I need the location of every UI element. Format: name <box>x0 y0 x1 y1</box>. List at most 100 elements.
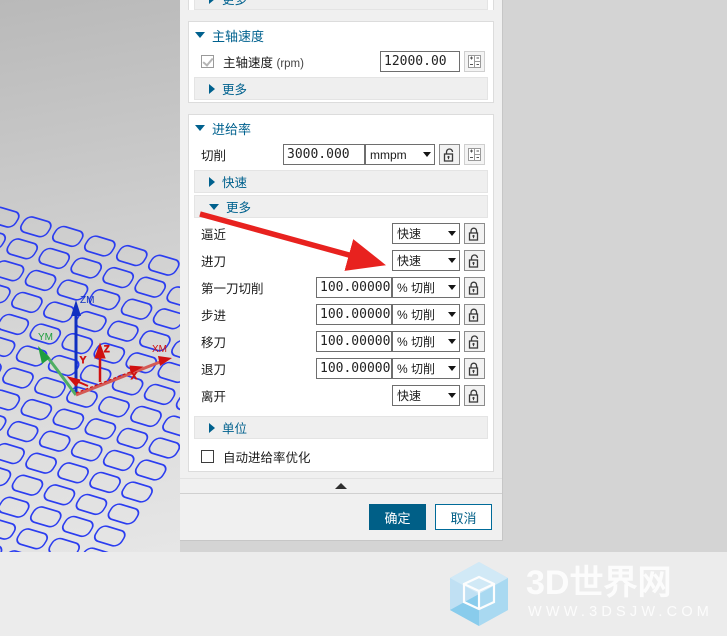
cut-feed-unit-select[interactable]: mmpm <box>365 144 435 165</box>
cut-feed-label: 切削 <box>201 149 227 163</box>
chevron-down-icon <box>448 366 456 371</box>
chevron-down-icon <box>423 152 431 157</box>
feed-row-lock-button[interactable] <box>464 277 485 298</box>
feed-row-mode-select[interactable]: % 切削 <box>392 358 460 379</box>
feed-row-lock-button[interactable] <box>464 250 485 271</box>
cut-feed-calculator-button[interactable] <box>464 144 485 165</box>
feed-row-value-input[interactable]: 100.00000 <box>316 304 392 325</box>
dialog-collapse-bar[interactable] <box>180 478 502 494</box>
cancel-button[interactable]: 取消 <box>435 504 492 530</box>
group-title-feed-rate: 进给率 <box>212 121 252 137</box>
feed-rate-rows: 逼近 快速 进刀 快速 第一刀切削 100.00000% 切削 步进 100.00000% 切… <box>189 220 493 409</box>
spindle-rpm-label: 主轴速度 (rpm) <box>223 56 304 70</box>
spindle-rpm-input[interactable]: 12000.00 <box>380 51 460 72</box>
feed-row-mode-value: % 切削 <box>397 362 436 376</box>
calculator-icon <box>468 55 481 68</box>
svg-text:YM: YM <box>38 332 53 343</box>
group-top-partial: 更多 <box>188 0 494 10</box>
subbar-feed-rapid[interactable]: 快速 <box>194 170 488 193</box>
subbar-feed-more-label: 更多 <box>226 201 252 215</box>
feed-row-lock-button[interactable] <box>464 223 485 244</box>
cut-feed-input[interactable]: 3000.000 <box>283 144 365 165</box>
dialog-scroll-area[interactable]: 更多 主轴速度 主轴速度 (rpm) 12000.00 更多 进给率 切削 30… <box>180 0 502 478</box>
subbar-feed-more[interactable]: 更多 <box>194 195 488 218</box>
feed-row-mode-select[interactable]: % 切削 <box>392 304 460 325</box>
feed-row-mode-select[interactable]: % 切削 <box>392 331 460 352</box>
lock-closed-icon <box>468 308 479 322</box>
subbar-top-more[interactable]: 更多 <box>194 0 488 10</box>
subbar-top-more-label: 更多 <box>222 0 248 7</box>
row-auto-feed-optimization: 自动进给率优化 <box>189 441 493 471</box>
feed-row: 进刀 快速 <box>189 247 493 274</box>
feed-row-mode-select[interactable]: 快速 <box>392 385 460 406</box>
chevron-down-icon <box>209 203 219 210</box>
subbar-feed-rapid-label: 快速 <box>222 176 248 190</box>
feed-row-mode-select[interactable]: 快速 <box>392 250 460 271</box>
feed-row-mode-select[interactable]: % 切削 <box>392 277 460 298</box>
subbar-feed-unit-label: 单位 <box>222 422 248 436</box>
feed-row-lock-button[interactable] <box>464 331 485 352</box>
feed-row-label: 进刀 <box>201 255 227 269</box>
svg-text:ZM: ZM <box>80 295 94 306</box>
subbar-spindle-more[interactable]: 更多 <box>194 77 488 100</box>
lock-open-icon <box>468 253 479 268</box>
watermark-graphic: 3D世界网 WWW.3DSJW.COM <box>450 562 713 626</box>
subbar-spindle-more-label: 更多 <box>222 83 248 97</box>
feed-row: 移刀 100.00000 % 切削 <box>189 328 493 355</box>
feed-row-label: 退刀 <box>201 363 227 377</box>
lock-closed-icon <box>468 389 479 403</box>
chevron-right-icon <box>209 176 215 187</box>
chevron-down-icon <box>448 312 456 317</box>
watermark-logo-icon <box>450 562 508 626</box>
group-title-spindle-speed: 主轴速度 <box>212 28 265 44</box>
group-header-feed-rate[interactable]: 进给率 <box>189 115 493 141</box>
feed-row-value-input[interactable]: 100.00000 <box>316 277 392 298</box>
feed-row-label: 移刀 <box>201 336 227 350</box>
group-feed-rate: 进给率 切削 3000.000 mmpm 快速 更多 逼近 快速 进刀 快速 第… <box>188 114 494 472</box>
feed-row: 逼近 快速 <box>189 220 493 247</box>
calculator-icon <box>468 148 481 161</box>
feed-row-label: 步进 <box>201 309 227 323</box>
auto-feed-optimization-label: 自动进给率优化 <box>223 450 311 465</box>
feed-row-lock-button[interactable] <box>464 358 485 379</box>
feed-row-value-input[interactable]: 100.00000 <box>316 331 392 352</box>
auto-feed-optimization-checkbox[interactable] <box>201 449 214 463</box>
feed-row: 第一刀切削 100.00000 % 切削 <box>189 274 493 301</box>
watermark-url: WWW.3DSJW.COM <box>528 604 713 620</box>
row-cut-feed: 切削 3000.000 mmpm <box>189 141 493 168</box>
chevron-down-icon <box>195 125 205 131</box>
subbar-feed-unit[interactable]: 单位 <box>194 416 488 439</box>
chevron-right-icon <box>209 0 215 4</box>
feed-row-mode-value: % 切削 <box>397 308 436 322</box>
feed-row-lock-button[interactable] <box>464 304 485 325</box>
feed-row-value-input[interactable]: 100.00000 <box>316 358 392 379</box>
chevron-down-icon <box>448 339 456 344</box>
svg-text:Y: Y <box>80 355 86 365</box>
3d-viewport[interactable]: ZM YM XM X Z Y <box>0 0 180 552</box>
chevron-down-icon <box>448 285 456 290</box>
calculator-icon-button[interactable] <box>464 51 485 72</box>
feed-row-mode-value: 快速 <box>397 227 422 241</box>
lock-closed-icon <box>468 227 479 241</box>
feed-row-mode-value: 快速 <box>397 254 422 268</box>
chevron-right-icon <box>209 83 215 94</box>
feed-row-mode-value: 快速 <box>397 389 422 403</box>
dialog-footer: 确定 取消 <box>180 494 502 540</box>
feed-row-label: 逼近 <box>201 228 227 242</box>
feed-row-lock-button[interactable] <box>464 385 485 406</box>
feed-row: 步进 100.00000 % 切削 <box>189 301 493 328</box>
feed-row: 退刀 100.00000 % 切削 <box>189 355 493 382</box>
cut-feed-lock-button[interactable] <box>439 144 460 165</box>
svg-text:XM: XM <box>152 344 167 355</box>
feeds-and-speeds-dialog: 更多 主轴速度 主轴速度 (rpm) 12000.00 更多 进给率 切削 30… <box>180 0 503 541</box>
group-header-spindle-speed[interactable]: 主轴速度 <box>189 22 493 48</box>
feed-row-mode-select[interactable]: 快速 <box>392 223 460 244</box>
chevron-down-icon <box>448 258 456 263</box>
chevron-down-icon <box>448 231 456 236</box>
ok-button[interactable]: 确定 <box>369 504 426 530</box>
viewport-graphics: ZM YM XM X Z Y <box>0 176 180 552</box>
feed-row-mode-value: % 切削 <box>397 281 436 295</box>
svg-text:X: X <box>131 371 137 381</box>
watermark: 3D世界网 WWW.3DSJW.COM <box>440 558 720 630</box>
spindle-speed-checkbox[interactable] <box>201 55 214 68</box>
